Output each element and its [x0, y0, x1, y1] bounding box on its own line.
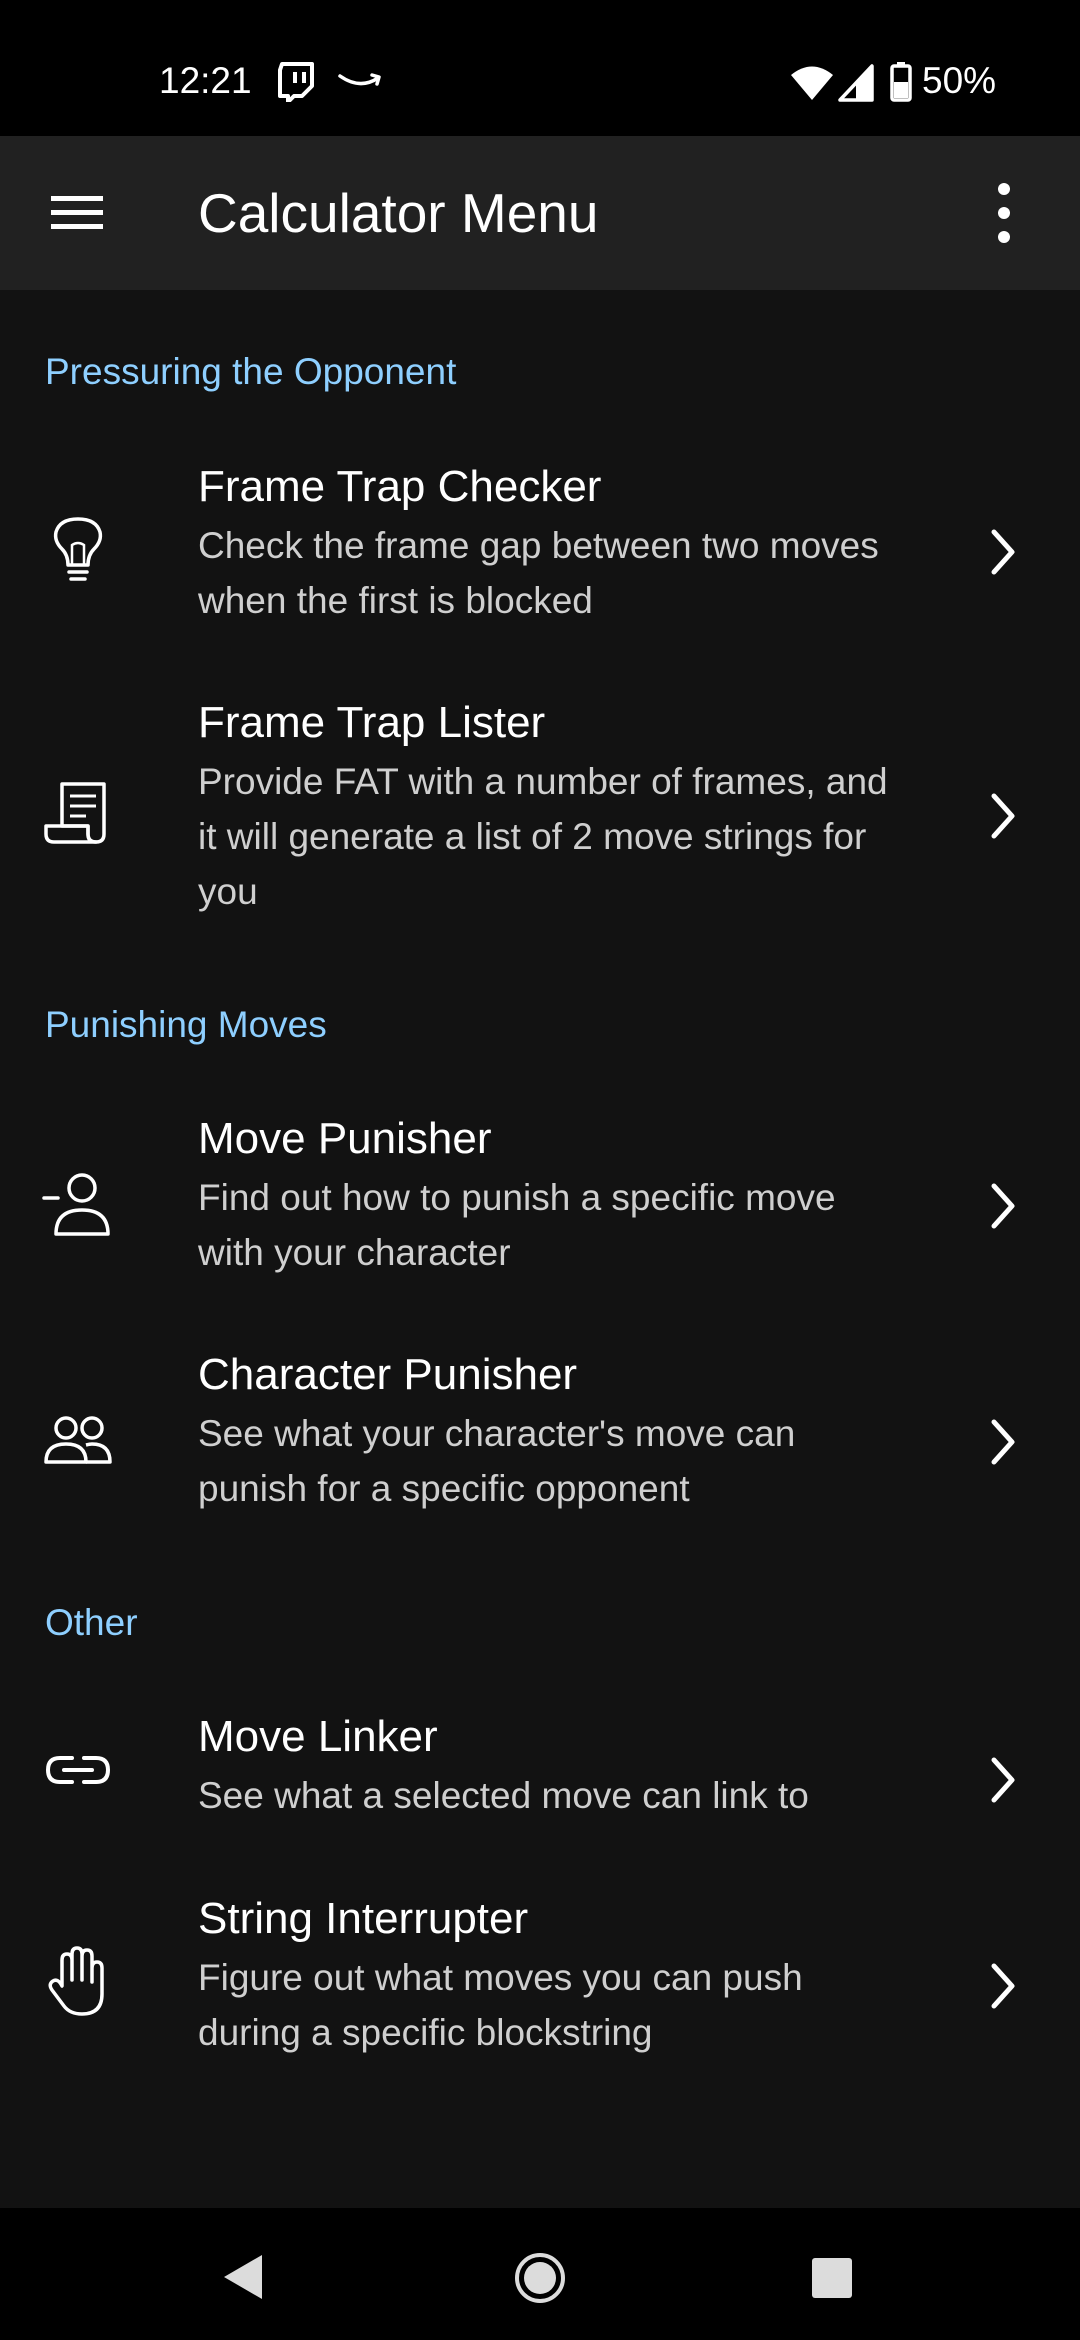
status-bar: 12:21 50%: [0, 0, 1080, 136]
chevron-right-icon: [982, 1414, 1022, 1470]
item-subtitle-line: with your character: [198, 1232, 511, 1273]
menu-item-frame-trap-checker[interactable]: Frame Trap Checker Check the frame gap b…: [0, 460, 1080, 650]
wifi-icon: [790, 64, 834, 102]
more-vert-icon[interactable]: [980, 176, 1028, 250]
users-icon: [42, 1406, 114, 1478]
item-subtitle-line: Find out how to punish a specific move: [198, 1177, 836, 1218]
item-subtitle-line: Check the frame gap between two moves: [198, 525, 879, 566]
chevron-right-icon: [982, 1752, 1022, 1808]
item-subtitle: See what your character's move can punis…: [198, 1406, 918, 1516]
page-title: Calculator Menu: [198, 182, 599, 244]
item-subtitle: Provide FAT with a number of frames, and…: [198, 754, 918, 919]
signal-icon: [838, 64, 874, 102]
recents-icon[interactable]: [810, 2256, 854, 2300]
status-time: 12:21: [159, 60, 252, 101]
item-subtitle: Figure out what moves you can push durin…: [198, 1950, 918, 2060]
menu-icon[interactable]: [36, 182, 118, 244]
scroll-icon: [42, 776, 114, 848]
item-title: Character Punisher: [198, 1350, 578, 1399]
item-subtitle-line: See what your character's move can: [198, 1413, 796, 1454]
chevron-right-icon: [982, 788, 1022, 844]
item-subtitle: Check the frame gap between two moves wh…: [198, 518, 918, 628]
user-minus-icon: [42, 1170, 114, 1242]
section-header-pressuring: Pressuring the Opponent: [45, 351, 457, 392]
section-header-punishing: Punishing Moves: [45, 1004, 327, 1045]
item-title: Frame Trap Lister: [198, 698, 546, 747]
item-title: Frame Trap Checker: [198, 462, 602, 511]
chevron-right-icon: [982, 1958, 1022, 2014]
item-subtitle-line: it will generate a list of 2 move string…: [198, 816, 867, 857]
lightbulb-icon: [42, 515, 114, 587]
chevron-right-icon: [982, 1178, 1022, 1234]
menu-item-character-punisher[interactable]: Character Punisher See what your charact…: [0, 1348, 1080, 1538]
menu-item-frame-trap-lister[interactable]: Frame Trap Lister Provide FAT with a num…: [0, 696, 1080, 940]
item-subtitle: See what a selected move can link to: [198, 1768, 918, 1823]
home-icon[interactable]: [514, 2252, 566, 2304]
menu-item-move-punisher[interactable]: Move Punisher Find out how to punish a s…: [0, 1112, 1080, 1302]
item-subtitle-line: when the first is blocked: [198, 580, 593, 621]
item-title: String Interrupter: [198, 1894, 529, 1943]
app-bar: Calculator Menu: [0, 136, 1080, 290]
hand-icon: [42, 1946, 114, 2018]
item-subtitle-line: Figure out what moves you can push: [198, 1957, 803, 1998]
item-subtitle-line: See what a selected move can link to: [198, 1775, 809, 1816]
item-subtitle: Find out how to punish a specific move w…: [198, 1170, 918, 1280]
battery-icon: [890, 62, 912, 102]
menu-item-move-linker[interactable]: Move Linker See what a selected move can…: [0, 1710, 1080, 1840]
amazon-icon: [338, 70, 382, 94]
item-title: Move Linker: [198, 1712, 438, 1761]
item-title: Move Punisher: [198, 1114, 492, 1163]
twitch-icon: [278, 62, 314, 102]
item-subtitle-line: Provide FAT with a number of frames, and: [198, 761, 888, 802]
menu-item-string-interrupter[interactable]: String Interrupter Figure out what moves…: [0, 1892, 1080, 2082]
item-subtitle-line: you: [198, 871, 258, 912]
section-header-other: Other: [45, 1602, 138, 1643]
battery-percentage: 50%: [922, 60, 997, 101]
back-icon[interactable]: [220, 2252, 268, 2302]
item-subtitle-line: during a specific blockstring: [198, 2012, 653, 2053]
chevron-right-icon: [982, 524, 1022, 580]
system-nav-bar: [0, 2208, 1080, 2340]
item-subtitle-line: punish for a specific opponent: [198, 1468, 690, 1509]
link-icon: [42, 1734, 114, 1806]
